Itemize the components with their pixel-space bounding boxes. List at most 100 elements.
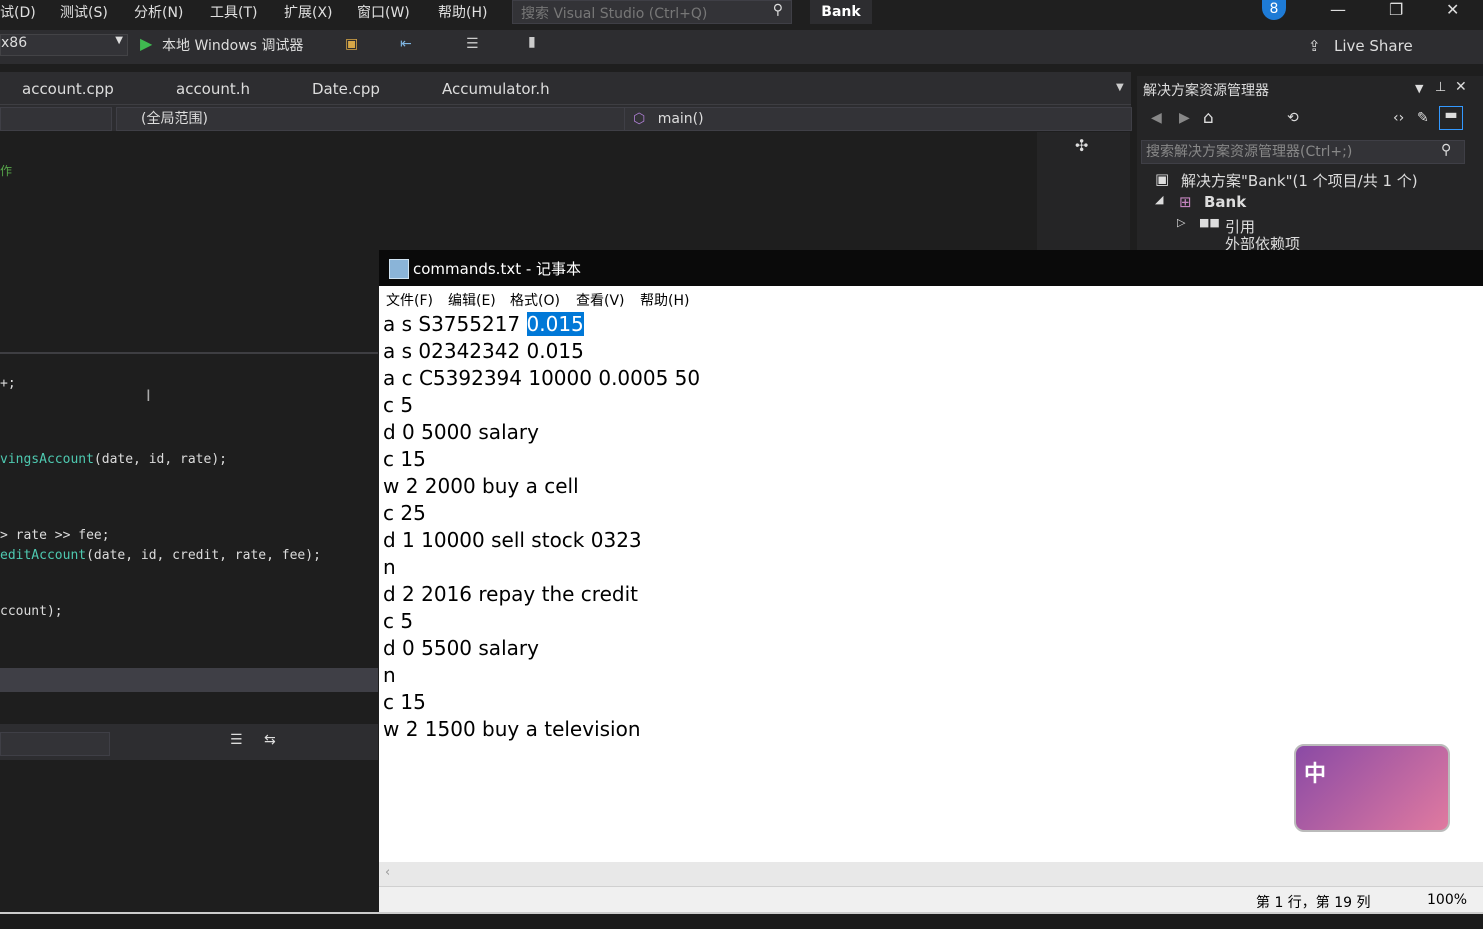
step-icon[interactable]: ⇤ [400, 36, 412, 52]
function-icon: ⬡ [633, 111, 646, 127]
tree-external-deps[interactable]: 外部依赖项 [1225, 236, 1300, 250]
restore-icon[interactable]: ❐ [1389, 0, 1403, 19]
preview-icon[interactable]: ▬ [1439, 106, 1463, 130]
code-line: +; [0, 376, 16, 391]
indent-icon[interactable]: ☰ [466, 36, 479, 52]
close-icon[interactable]: ✕ [1446, 0, 1459, 19]
selected-text: 0.015 [526, 312, 584, 336]
text-line: n [383, 663, 396, 687]
tree-references[interactable]: 引用 [1225, 216, 1255, 237]
code-args: (date, id, rate); [93, 452, 227, 467]
code-line: ccount); [0, 604, 63, 619]
notepad-horizontal-scrollbar[interactable]: ‹ [379, 862, 1483, 886]
home-icon[interactable]: ⌂ [1203, 108, 1214, 128]
tab-account-cpp[interactable]: account.cpp [22, 80, 114, 98]
solution-search-input[interactable]: 搜索解决方案资源管理器(Ctrl+;) [1141, 140, 1465, 164]
code-line: vingsAccount(date, id, rate); [0, 452, 227, 467]
collapse-icon[interactable]: ▷ [1177, 216, 1185, 229]
text-line: a s S3755217 0.015 [383, 312, 584, 336]
expand-icon[interactable]: ◢ [1155, 193, 1163, 206]
scope-value: (全局范围) [141, 111, 208, 127]
pin-icon[interactable]: ⊥ [1435, 80, 1446, 95]
tree-solution[interactable]: 解决方案"Bank"(1 个项目/共 1 个) [1181, 170, 1418, 191]
np-menu-edit[interactable]: 编辑(E) [448, 290, 496, 310]
document-tab-bar: account.cpp account.h Date.cpp Accumulat… [0, 72, 1131, 104]
clear-all-icon[interactable]: ☰ [230, 732, 243, 748]
function-value: main() [657, 111, 704, 127]
word-wrap-icon[interactable]: ⇆ [264, 732, 276, 748]
ime-indicator[interactable]: 中 [1294, 744, 1450, 832]
cursor-position: 第 1 行，第 19 列 [1256, 895, 1371, 911]
taskbar-edge [0, 912, 1483, 929]
code-fragment: 作 [0, 164, 13, 178]
menu-analyze[interactable]: 分析(N) [134, 2, 183, 22]
text-line: a s 02342342 0.015 [383, 339, 584, 363]
menu-window[interactable]: 窗口(W) [357, 2, 410, 22]
text-line: d 0 5500 salary [383, 636, 539, 660]
text-line: d 2 2016 repay the credit [383, 582, 638, 606]
bookmark-icon[interactable]: ▮ [528, 34, 536, 50]
close-icon[interactable]: ✕ [1455, 79, 1467, 95]
text-line: c 25 [383, 501, 426, 525]
code-editor-lower[interactable]: +; vingsAccount(date, id, rate); > rate … [0, 352, 378, 914]
chevron-down-icon[interactable]: ▼ [1415, 82, 1423, 95]
menu-test[interactable]: 测试(S) [60, 2, 108, 22]
text-cursor-icon: I [146, 386, 151, 405]
np-menu-view[interactable]: 查看(V) [576, 290, 625, 310]
tab-date-cpp[interactable]: Date.cpp [312, 80, 380, 98]
notepad-title: commands.txt - 记事本 [413, 260, 582, 278]
tab-account-h[interactable]: account.h [176, 80, 250, 98]
solution-explorer: 解决方案资源管理器 ▼ ⊥ ✕ ◀ ▶ ⌂ ⟲ ‹› ✎ ▬ 搜索解决方案资源管… [1137, 76, 1483, 250]
notepad-titlebar: commands.txt - 记事本 [379, 250, 1483, 286]
np-menu-format[interactable]: 格式(O) [510, 290, 560, 310]
tab-accumulator-h[interactable]: Accumulator.h [442, 80, 550, 98]
np-menu-file[interactable]: 文件(F) [386, 290, 433, 310]
code-icon[interactable]: ‹› [1393, 110, 1404, 126]
np-menu-help[interactable]: 帮助(H) [640, 290, 689, 310]
editor-minimap[interactable]: ✣ [1037, 132, 1130, 250]
solution-explorer-toolbar: ◀ ▶ ⌂ ⟲ ‹› ✎ ▬ [1137, 104, 1483, 136]
scroll-left-icon[interactable]: ‹ [385, 865, 390, 880]
output-panel-header [0, 668, 378, 692]
forward-icon[interactable]: ▶ [1179, 110, 1190, 126]
tab-overflow-icon[interactable]: ▼ [1116, 82, 1124, 93]
project-dropdown[interactable] [0, 107, 112, 131]
menu-debug[interactable]: 试(D) [0, 2, 36, 22]
output-source-dropdown[interactable] [0, 732, 110, 756]
live-share-label[interactable]: Live Share [1334, 37, 1413, 55]
text-line: d 0 5000 salary [383, 420, 539, 444]
vs-search-box[interactable]: 搜索 Visual Studio (Ctrl+Q) ⚲ [512, 0, 792, 24]
live-share-icon[interactable]: ⇪ [1308, 37, 1321, 55]
text-line: d 1 10000 sell stock 0323 [383, 528, 642, 552]
ime-label: 中 [1304, 762, 1327, 787]
navigation-bar: (全局范围) ⬡ main() [0, 104, 1132, 131]
tree-project[interactable]: Bank [1204, 193, 1246, 211]
code-type-token: vingsAccount [0, 452, 94, 467]
notepad-icon [389, 259, 409, 279]
minimize-icon[interactable]: — [1330, 0, 1346, 19]
search-icon[interactable]: ⚲ [773, 2, 783, 18]
chevron-down-icon: ▼ [115, 35, 123, 46]
attach-icon[interactable]: ▣ [345, 36, 358, 52]
text-line: w 2 2000 buy a cell [383, 474, 579, 498]
split-icon[interactable]: ✣ [1075, 136, 1088, 155]
search-icon[interactable]: ⚲ [1441, 142, 1451, 158]
code-type-token: editAccount [0, 548, 87, 563]
notepad-menubar: 文件(F) 编辑(E) 格式(O) 查看(V) 帮助(H) [379, 286, 1483, 312]
project-icon: ⊞ [1179, 193, 1192, 211]
history-icon[interactable]: ⟲ [1287, 110, 1299, 126]
scope-dropdown[interactable]: (全局范围) [116, 107, 644, 131]
text-line-prefix: a s S3755217 [383, 312, 527, 336]
start-debug-icon[interactable]: ▶ [140, 34, 152, 53]
menu-extensions[interactable]: 扩展(X) [284, 2, 333, 22]
platform-dropdown[interactable]: x86 ▼ [0, 34, 128, 56]
menu-tools[interactable]: 工具(T) [210, 2, 257, 22]
output-panel-toolbar: ☰ ⇆ [0, 724, 378, 760]
function-dropdown[interactable]: ⬡ main() [624, 107, 1132, 131]
text-line: n [383, 555, 396, 579]
solution-icon: ▣ [1155, 170, 1170, 188]
back-icon[interactable]: ◀ [1151, 110, 1162, 126]
menu-help[interactable]: 帮助(H) [438, 2, 487, 22]
properties-icon[interactable]: ✎ [1417, 110, 1429, 126]
debugger-label[interactable]: 本地 Windows 调试器 [162, 35, 303, 55]
